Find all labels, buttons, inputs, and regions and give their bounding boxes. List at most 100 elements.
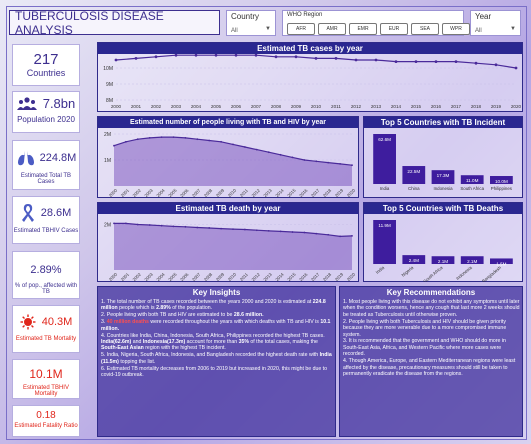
x-tick-label: 2019 <box>334 271 345 282</box>
chart-tb-death-by-year: Estimated TB death by year 2M 2000 2001 200… <box>97 202 359 282</box>
x-tick-label: 2010 <box>227 271 238 282</box>
x-tick-label: Indonesia <box>433 186 453 191</box>
x-tick-label: 2006 <box>179 271 190 282</box>
who-region-option-emr[interactable]: EMR <box>349 23 377 35</box>
y-tick-label: 2M <box>104 132 111 138</box>
who-region-option-amr[interactable]: AMR <box>318 23 346 35</box>
x-tick-label: 2014 <box>391 104 402 109</box>
x-tick-label: 2007 <box>191 271 202 282</box>
data-point <box>339 163 341 165</box>
x-tick-label: 2013 <box>262 187 273 198</box>
chevron-down-icon[interactable]: ▼ <box>265 26 271 32</box>
country-slicer-label: Country <box>231 12 260 21</box>
line-chart: 10M9M8M2000 2001 2002 2003 2004 2005 2006 2007 2… <box>103 54 522 109</box>
data-point <box>255 148 258 151</box>
data-point <box>113 144 115 147</box>
data-point <box>414 60 418 63</box>
who-region-option-sea[interactable]: SEA <box>411 23 439 35</box>
key-recommendations-list: 1. Most people living with this disease … <box>343 299 521 378</box>
recommendation-item: 3. It is recommended that the government… <box>343 338 506 358</box>
kpi-population: 7.8bn Population 2020 <box>12 91 80 133</box>
data-point <box>279 153 282 156</box>
year-slicer-label: Year <box>475 12 492 21</box>
x-tick-label: 2015 <box>286 271 297 282</box>
chevron-down-icon[interactable]: ▼ <box>510 26 516 32</box>
kpi-total-cases-label: Estimated Total TB Cases <box>20 173 72 185</box>
x-tick-label: 2016 <box>298 187 309 198</box>
data-point <box>113 222 115 225</box>
x-tick-label: 2002 <box>151 104 162 109</box>
x-tick-label: 2007 <box>191 187 202 198</box>
kpi-total-cases-value: 224.8M <box>39 152 77 164</box>
x-tick-label: 2000 <box>111 104 122 109</box>
x-tick-label: South Africa <box>422 265 444 282</box>
recommendation-item: 1. Most people living with this disease … <box>343 299 520 318</box>
data-point <box>208 227 211 229</box>
data-point <box>196 226 199 229</box>
data-point <box>136 223 139 226</box>
data-point <box>148 137 151 139</box>
data-point <box>354 58 358 62</box>
who-region-slicer[interactable]: WHO Region AFR AMR EMR EUR SEA WPR <box>282 10 470 36</box>
chart-top5-incident: Top 5 Countries with TB Incident 62.6M In… <box>363 116 523 198</box>
country-slicer[interactable]: Country All ▼ <box>226 10 276 36</box>
x-tick-label: 2006 <box>179 187 190 198</box>
data-point <box>279 230 282 233</box>
x-tick-label: 2017 <box>310 187 321 198</box>
data-point <box>351 235 353 237</box>
data-point <box>394 60 398 63</box>
area-chart: 2M 1M 2000 2001 2002 2003 2004 2005 2006 2007 2008… <box>104 132 356 198</box>
data-point <box>208 139 211 142</box>
x-tick-label: 2019 <box>491 104 502 109</box>
x-tick-label: 2004 <box>191 104 202 109</box>
data-label: 11.0M <box>466 178 479 183</box>
who-region-option-wpr[interactable]: WPR <box>442 23 470 35</box>
x-tick-label: 2010 <box>311 104 322 109</box>
who-region-option-afr[interactable]: AFR <box>287 23 315 35</box>
chart-title: Estimated TB cases by year <box>98 43 522 54</box>
insight-item: 4. Countries like India, China, Indonesi… <box>101 332 325 352</box>
data-point <box>160 224 163 227</box>
recommendation-item: 2. People living with both Tuberculosis … <box>343 318 507 338</box>
data-point <box>434 60 438 63</box>
kpi-tbhiv-mortality: 10.1M Estimated TBHIV Mortality <box>12 359 80 399</box>
dashboard-title: TUBERCULOSIS DISEASE ANALYSIS <box>9 9 220 37</box>
key-insights-panel: Key Insights 1. The total number of TB c… <box>97 286 336 437</box>
data-label: 17.3M <box>437 173 450 178</box>
lungs-icon <box>17 151 34 166</box>
chart-tb-cases-by-year: Estimated TB cases by year 10M 9M 8M 2000 20… <box>97 42 523 112</box>
kpi-total-cases: 224.8M Estimated Total TB Cases <box>12 140 80 190</box>
who-region-option-eur[interactable]: EUR <box>380 23 408 35</box>
data-point <box>339 235 341 238</box>
virus-icon <box>20 314 36 330</box>
data-label: 11.9M <box>378 223 391 228</box>
x-tick-label: 2016 <box>298 271 309 282</box>
y-tick-label: 9M <box>106 82 113 88</box>
data-point <box>220 227 222 230</box>
x-tick-label: 2013 <box>262 271 273 282</box>
year-slicer[interactable]: Year All ▼ <box>470 10 521 36</box>
x-tick-label: Bangladesh <box>481 265 502 282</box>
x-tick-label: 2011 <box>239 187 250 198</box>
key-insights-list: 1. The total number of TB cases recorded… <box>101 299 333 379</box>
x-tick-label: Philippines <box>491 186 513 191</box>
x-tick-label: 2014 <box>274 187 285 198</box>
data-point <box>351 164 353 167</box>
data-point <box>303 159 306 161</box>
kpi-mortality-label: Estimated TB Mortality <box>15 336 77 342</box>
data-point <box>125 222 127 225</box>
area-chart: 2M2000 2001 2002 2003 2004 2005 2006 2007 2008 20… <box>104 222 357 282</box>
data-point <box>134 57 138 60</box>
kpi-pct-population: 2.89% % of pop., affected with TB <box>12 251 80 299</box>
data-point <box>234 54 238 57</box>
data-point <box>315 160 318 163</box>
x-tick-label: 2001 <box>120 187 131 198</box>
x-tick-label: 2000 <box>108 271 119 282</box>
x-tick-label: 2011 <box>239 271 250 282</box>
data-point <box>136 138 139 141</box>
x-tick-label: 2007 <box>251 104 262 109</box>
data-point <box>474 61 478 65</box>
x-tick-label: 2001 <box>120 271 131 282</box>
data-point <box>125 140 127 143</box>
bar-chart: 62.6M India 22.5M China 17.3M Indonesia 11.0M S… <box>373 134 513 191</box>
